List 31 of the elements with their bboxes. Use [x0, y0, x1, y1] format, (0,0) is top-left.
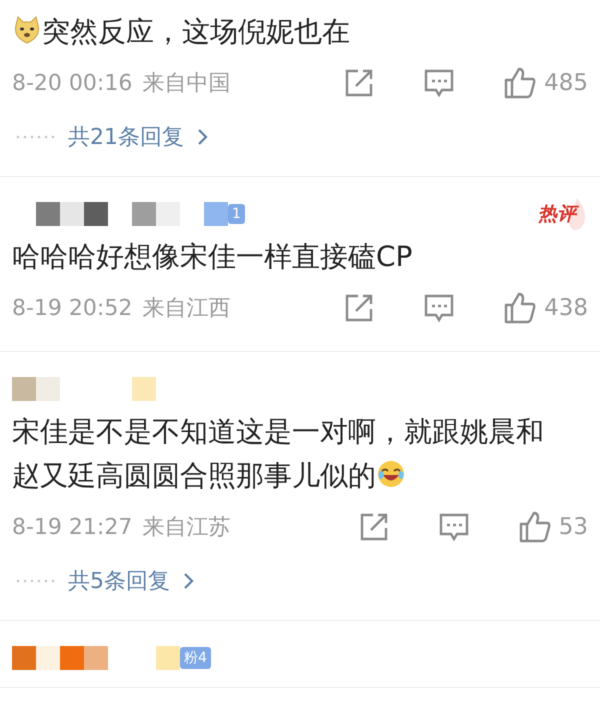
laughing-emoji-icon — [376, 459, 406, 489]
dog-emoji-icon — [12, 15, 42, 45]
comment-time: 8-19 20:52 — [12, 296, 132, 320]
fan-badge: 1 — [228, 204, 245, 224]
comment-location: 来自江苏 — [142, 514, 230, 542]
comment-icon[interactable] — [438, 512, 469, 542]
comment-time: 8-20 00:16 — [12, 70, 132, 96]
share-icon[interactable] — [344, 68, 374, 98]
replies-link[interactable]: 共5条回复 — [68, 566, 170, 596]
dotted-line-icon — [16, 135, 56, 139]
comment-icon[interactable] — [424, 293, 454, 323]
comment-time: 8-19 21:27 — [12, 514, 132, 540]
like-count: 438 — [544, 295, 588, 321]
comment-text: 哈哈哈好想像宋佳一样直接磕CP — [12, 239, 414, 275]
replies-link[interactable]: 共21条回复 — [68, 122, 184, 152]
thumbs-up-icon[interactable] — [504, 67, 536, 99]
share-icon[interactable] — [344, 293, 374, 323]
comment-text: 宋佳是不是不知道这是一对啊，就跟姚晨和赵又廷高圆圆合照那事儿似的 — [12, 414, 545, 494]
fan-badge: 粉4 — [180, 647, 211, 669]
comment-text: 突然反应，这场倪妮也在 — [12, 4, 588, 54]
share-icon[interactable] — [358, 512, 389, 542]
chevron-right-icon[interactable] — [182, 572, 194, 590]
like-count: 485 — [544, 70, 588, 96]
like-count: 53 — [558, 514, 588, 540]
comment-icon[interactable] — [424, 68, 454, 98]
dotted-line-icon — [16, 579, 56, 583]
thumbs-up-icon[interactable] — [518, 511, 551, 543]
thumbs-up-icon[interactable] — [504, 292, 536, 324]
comment-location: 来自中国 — [142, 70, 230, 98]
comment-location: 来自江西 — [142, 295, 230, 323]
chevron-right-icon[interactable] — [196, 128, 208, 146]
